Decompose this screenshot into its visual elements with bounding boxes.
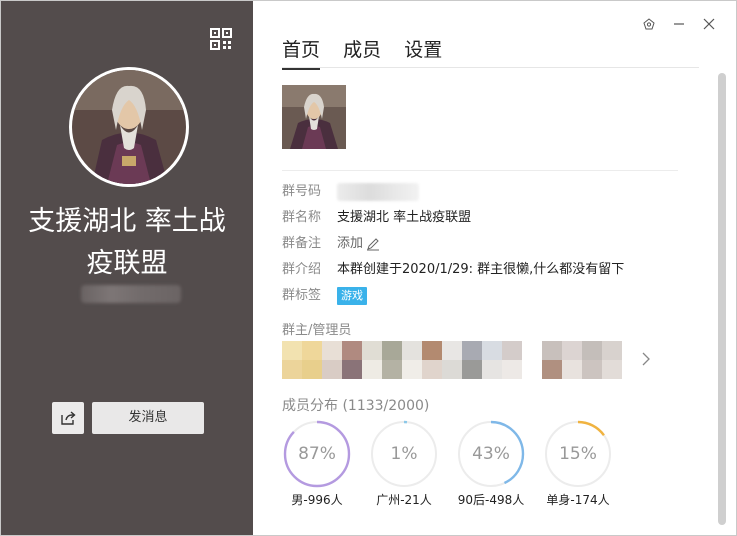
tab-settings[interactable]: 设置	[404, 35, 442, 68]
skin-icon[interactable]	[640, 15, 658, 33]
tab-members[interactable]: 成员	[343, 35, 381, 68]
ring-caption-location: 广州-21人	[376, 493, 432, 507]
group-avatar[interactable]	[69, 67, 189, 187]
vertical-scrollbar[interactable]	[718, 73, 726, 525]
admins-label: 群主/管理员	[282, 323, 352, 338]
close-icon[interactable]	[700, 15, 718, 33]
admin-avatars-blurred[interactable]	[282, 341, 622, 379]
add-remark-link[interactable]: 添加	[337, 231, 380, 257]
ring-caption-gender: 男-996人	[291, 493, 343, 507]
ring-caption-age: 90后-498人	[457, 493, 525, 507]
chevron-right-icon[interactable]	[639, 351, 653, 367]
group-name-heading: 支援湖北 率土战 疫联盟	[28, 206, 226, 279]
group-tag-badge[interactable]: 游戏	[337, 287, 367, 305]
group-sidebar: 支援湖北 率土战 疫联盟 发消息	[1, 1, 253, 535]
distribution-ring-single[interactable]: 15%	[543, 419, 613, 489]
info-row-group-number: 群号码	[282, 179, 624, 205]
edit-pencil-icon	[367, 238, 380, 251]
blurred-group-id	[81, 285, 181, 303]
qr-code-icon[interactable]	[209, 27, 233, 51]
send-message-button[interactable]: 发消息	[92, 402, 204, 434]
info-row-remark: 群备注 添加	[282, 231, 624, 257]
avatar-portrait-image	[72, 70, 186, 184]
blurred-group-number	[337, 183, 419, 201]
ring-caption-single: 单身-174人	[546, 493, 610, 507]
tab-home[interactable]: 首页	[282, 35, 321, 70]
share-icon	[61, 411, 76, 425]
info-row-tags: 群标签 游戏	[282, 283, 624, 309]
group-photo-thumbnail[interactable]	[282, 85, 346, 149]
distribution-ring-age[interactable]: 43%	[456, 419, 526, 489]
distribution-ring-gender[interactable]: 87%	[282, 419, 352, 489]
group-profile-window: 支援湖北 率土战 疫联盟 发消息 首页 成员 设置 群号码 群名称 支援湖北 率…	[0, 0, 737, 536]
tab-divider	[282, 67, 699, 68]
profile-tabs: 首页 成员 设置	[282, 35, 460, 70]
section-divider	[282, 170, 678, 171]
minimize-icon[interactable]	[670, 15, 688, 33]
info-row-intro: 群介绍 本群创建于2020/1/29: 群主很懒,什么都没有留下	[282, 262, 625, 277]
member-distribution-label: 成员分布 (1133/2000)	[282, 398, 430, 414]
share-button[interactable]	[52, 402, 84, 434]
group-info-list: 群号码 群名称 支援湖北 率土战疫联盟 群备注 添加 群介绍 本群创建于2020…	[282, 179, 624, 309]
info-row-group-name: 群名称 支援湖北 率土战疫联盟	[282, 210, 472, 225]
distribution-ring-location[interactable]: 1%	[369, 419, 439, 489]
